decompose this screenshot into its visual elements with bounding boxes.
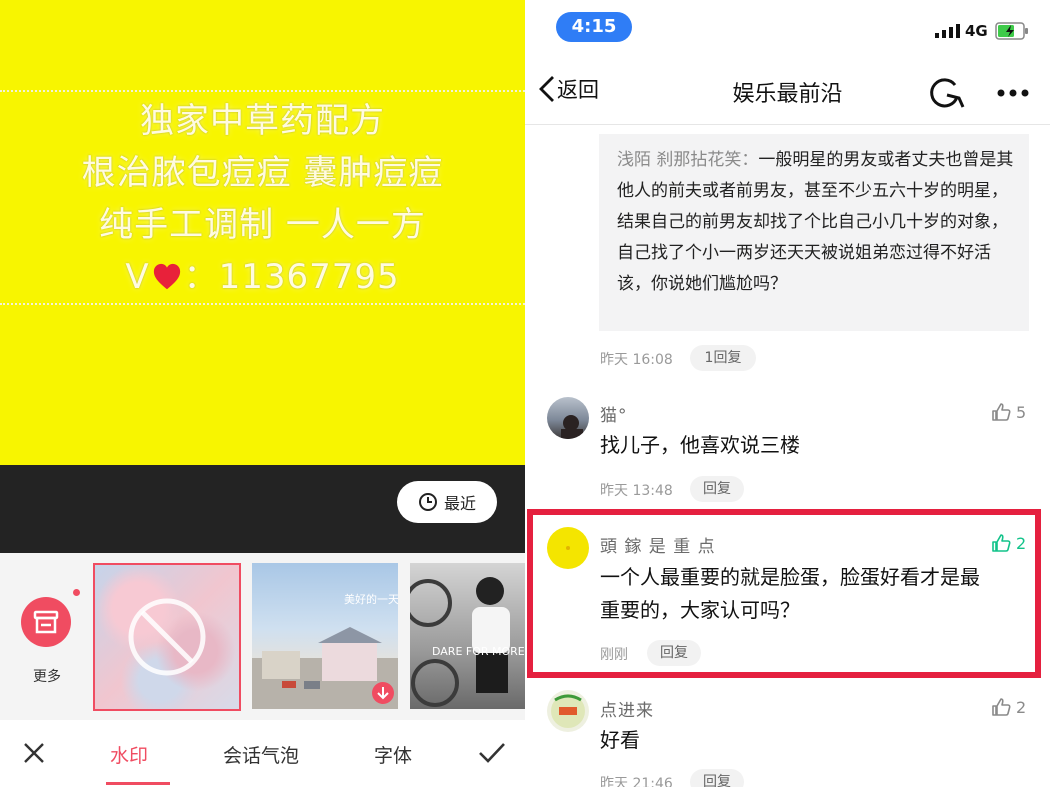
- reply-count-button[interactable]: 1回复: [690, 345, 756, 371]
- status-bar: 4:15 4G: [525, 0, 1050, 52]
- promo-v-number: ：11367795: [183, 257, 400, 297]
- quoted-comment-text: 浅陌 刹那拈花笑：一般明星的男友或者丈夫也曾是其他人的前夫或者前男友，甚至不少五…: [617, 145, 1017, 300]
- watermark-editor-panel: 独家中草药配方 根治脓包痘痘 囊肿痘痘 纯手工调制 一人一方 V ：1136779…: [0, 0, 525, 787]
- comment-thread-screen: 4:15 4G 返回 娱乐最前沿 浅陌 刹那拈花笑：一般明星的男友或者丈夫也曾是…: [525, 0, 1050, 787]
- girl-bike-photo-image: DARE FOR MORE: [410, 577, 525, 707]
- avatar[interactable]: [547, 690, 589, 732]
- thumbs-up-icon: [992, 403, 1011, 421]
- house-photo-image: 美好的一天: [252, 592, 398, 709]
- more-label: 更多: [33, 669, 61, 685]
- comment-username[interactable]: 点进来: [600, 696, 654, 721]
- comment-text: 找儿子，他喜欢说三楼: [600, 433, 800, 457]
- store-icon: [33, 610, 59, 634]
- like-count: 2: [1016, 697, 1027, 717]
- avatar[interactable]: [547, 397, 589, 439]
- like-button[interactable]: 5: [991, 402, 1026, 422]
- svg-text:DARE FOR MORE: DARE FOR MORE: [432, 645, 525, 658]
- comment-text: 好看: [600, 728, 640, 752]
- comment-timestamp: 昨天 21:46: [600, 776, 673, 787]
- page-title: 娱乐最前沿: [732, 82, 843, 107]
- more-options-icon[interactable]: [997, 88, 1029, 98]
- recent-label: 最近: [443, 494, 476, 513]
- reply-button[interactable]: 回复: [690, 769, 744, 787]
- promo-text-block[interactable]: 独家中草药配方 根治脓包痘痘 囊肿痘痘 纯手工调制 一人一方 V ：1136779…: [0, 95, 525, 303]
- thumbnail-girl-bike-photo[interactable]: DARE FOR MORE: [410, 563, 525, 709]
- svg-text:美好的一天: 美好的一天: [344, 592, 398, 606]
- more-button[interactable]: [21, 597, 71, 647]
- comment-timestamp: 昨天 16:08: [600, 352, 673, 368]
- thumbnail-house-photo[interactable]: 美好的一天: [252, 563, 398, 709]
- navigation-bar: 返回 娱乐最前沿: [525, 52, 1050, 125]
- avatar-image: [551, 694, 585, 728]
- comment-username[interactable]: 猫°: [600, 401, 628, 426]
- no-watermark-icon: [128, 598, 206, 676]
- clock-icon: [418, 493, 437, 511]
- tab-chat-bubble[interactable]: 会话气泡: [223, 741, 299, 768]
- promo-v-prefix: V: [125, 257, 150, 297]
- recent-button[interactable]: 最近: [397, 481, 497, 523]
- reply-button[interactable]: 回复: [690, 476, 744, 502]
- active-tab-indicator: [106, 782, 170, 785]
- battery-icon: [995, 22, 1028, 40]
- thumbnail-none-selected[interactable]: [93, 563, 241, 711]
- edited-image-canvas: 独家中草药配方 根治脓包痘痘 囊肿痘痘 纯手工调制 一人一方 V ：1136779…: [0, 0, 525, 465]
- network-label: 4G: [965, 22, 988, 40]
- heart-icon: [153, 263, 180, 290]
- comment-timestamp: 昨天 13:48: [600, 483, 673, 499]
- like-count: 5: [1016, 402, 1027, 422]
- quoted-comment: 浅陌 刹那拈花笑：一般明星的男友或者丈夫也曾是其他人的前夫或者前男友，甚至不少五…: [599, 134, 1029, 331]
- highlight-box: [527, 509, 1041, 678]
- status-time: 4:15: [556, 12, 632, 42]
- avatar-image: [561, 415, 583, 439]
- quoted-comment-body: 一般明星的男友或者丈夫也曾是其他人的前夫或者前男友，甚至不少五六十岁的明星，结果…: [617, 150, 1014, 294]
- text-box-top-border: [0, 90, 525, 92]
- refresh-icon[interactable]: [925, 76, 965, 110]
- promo-line-2: 根治脓包痘痘 囊肿痘痘: [81, 153, 444, 193]
- promo-line-4: V ：11367795: [0, 251, 525, 303]
- signal-icon: [935, 24, 960, 38]
- like-button[interactable]: 2: [991, 697, 1026, 717]
- text-box-bottom-border: [0, 303, 525, 305]
- close-icon[interactable]: [22, 741, 46, 765]
- thumbs-up-icon: [992, 698, 1011, 716]
- tab-watermark[interactable]: 水印: [110, 741, 148, 768]
- tab-font[interactable]: 字体: [374, 741, 412, 768]
- new-badge-dot: [73, 589, 80, 596]
- checkmark-icon[interactable]: [478, 741, 506, 765]
- promo-line-1: 独家中草药配方: [140, 101, 385, 141]
- promo-line-3: 纯手工调制 一人一方: [99, 205, 426, 245]
- quoted-comment-author: 浅陌 刹那拈花笑：: [617, 150, 759, 170]
